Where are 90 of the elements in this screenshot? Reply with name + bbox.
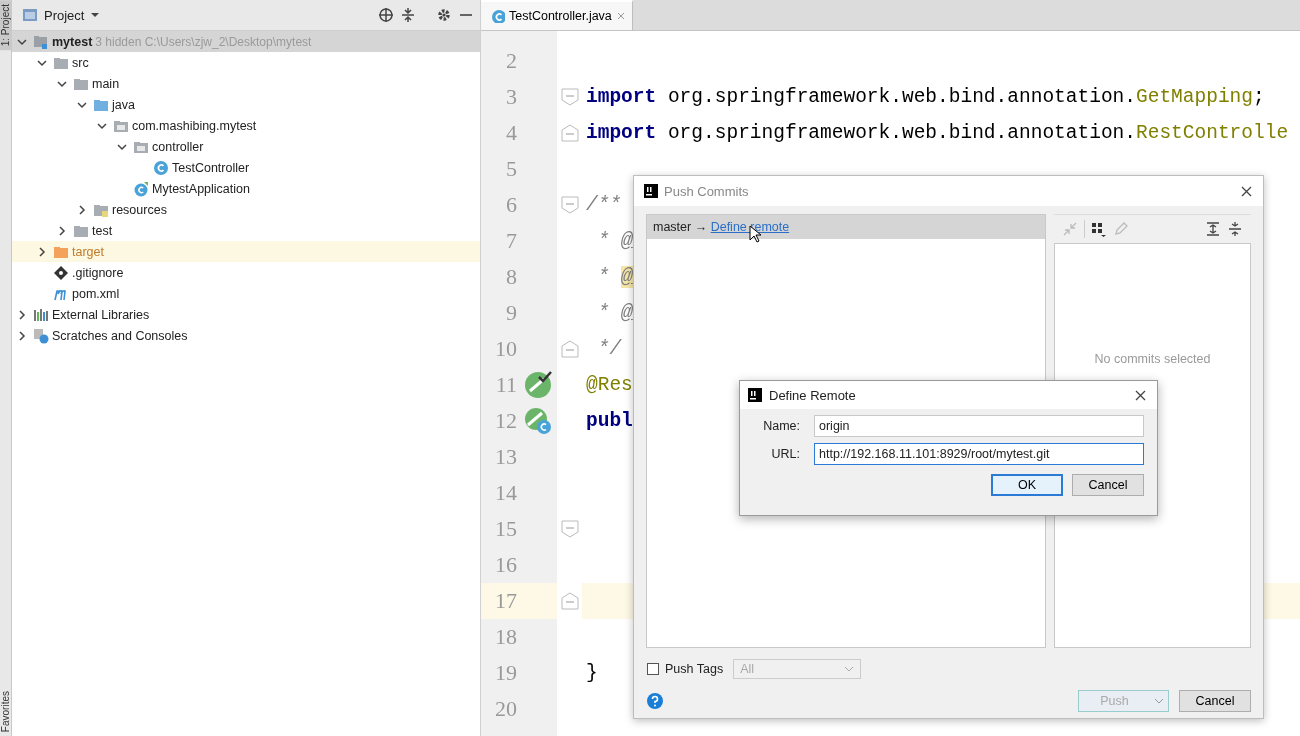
cancel-button[interactable]: Cancel bbox=[1179, 690, 1251, 712]
checkbox-label[interactable]: Push Tags bbox=[665, 662, 724, 676]
dropdown-arrow-icon[interactable] bbox=[90, 10, 101, 20]
line-number: 20 bbox=[494, 696, 518, 722]
line-number: 19 bbox=[494, 660, 518, 686]
cancel-button[interactable]: Cancel bbox=[1072, 474, 1144, 496]
class-icon bbox=[133, 180, 149, 197]
field-label: Name: bbox=[762, 419, 800, 433]
module-folder-icon bbox=[33, 33, 49, 50]
tree-item[interactable]: java bbox=[112, 97, 135, 112]
app-logo-icon bbox=[644, 184, 658, 198]
code-line: import org.springframework.web.bind.annotation.RestControlle bbox=[585, 122, 1289, 144]
fold-marker-icon[interactable] bbox=[560, 340, 579, 358]
chevron-down-icon bbox=[844, 665, 855, 673]
input-field[interactable]: http://192.168.11.101:8929/root/mytest.git bbox=[814, 443, 1144, 465]
code-line: @Res bbox=[585, 374, 633, 396]
line-number: 14 bbox=[494, 480, 518, 506]
expand-all-icon[interactable] bbox=[1205, 221, 1221, 237]
scratch-icon bbox=[33, 327, 49, 344]
tree-item[interactable]: test bbox=[92, 223, 113, 238]
line-number: 5 bbox=[505, 156, 518, 182]
close-icon[interactable] bbox=[1134, 388, 1147, 402]
code-line: * @ bbox=[596, 266, 633, 288]
fold-marker-icon[interactable] bbox=[560, 124, 579, 142]
code-line: * @ bbox=[596, 230, 633, 252]
line-number: 9 bbox=[505, 300, 518, 326]
code-line: /** bbox=[585, 194, 622, 216]
code-line: } bbox=[585, 662, 598, 684]
chevron-down-icon bbox=[1154, 697, 1164, 705]
line-number: 2 bbox=[505, 48, 518, 74]
line-number: 12 bbox=[494, 408, 518, 434]
tree-item[interactable]: External Libraries bbox=[52, 307, 150, 322]
empty-message: No commits selected bbox=[1094, 352, 1211, 368]
tree-item[interactable]: .gitignore bbox=[72, 265, 124, 280]
panel-icon bbox=[22, 7, 38, 23]
fold-marker-icon[interactable] bbox=[560, 520, 579, 538]
tool-window-tab[interactable]: 1: Project bbox=[0, 0, 11, 51]
diamond-icon bbox=[53, 264, 69, 281]
tree-item[interactable]: pom.xml bbox=[72, 286, 120, 301]
tree-item[interactable]: Scratches and Consoles bbox=[52, 328, 188, 343]
tree-item[interactable]: TestController bbox=[172, 160, 250, 175]
line-number: 7 bbox=[505, 228, 518, 254]
collapse-all-icon[interactable] bbox=[400, 7, 416, 23]
dialog-title: Push Commits bbox=[664, 183, 750, 199]
line-number: 11 bbox=[494, 372, 518, 398]
library-icon bbox=[33, 306, 49, 323]
code-line: * @ bbox=[596, 302, 633, 324]
tree-item[interactable]: resources bbox=[112, 202, 167, 217]
settings-icon[interactable] bbox=[436, 7, 452, 23]
app-logo-icon bbox=[748, 388, 762, 402]
close-icon[interactable] bbox=[1240, 184, 1253, 198]
class-icon bbox=[491, 9, 505, 23]
code-line: publ bbox=[585, 410, 633, 432]
bean-check-icon[interactable] bbox=[524, 371, 552, 399]
code-line: import org.springframework.web.bind.annotation.GetMapping; bbox=[585, 86, 1265, 108]
tree-item[interactable]: mytest bbox=[52, 34, 93, 49]
fold-marker-icon[interactable] bbox=[560, 88, 579, 106]
locate-icon[interactable] bbox=[378, 7, 394, 23]
collapse-all-icon[interactable] bbox=[1227, 221, 1243, 237]
line-number: 15 bbox=[494, 516, 518, 542]
field-label: URL: bbox=[770, 447, 800, 461]
fold-marker-icon[interactable] bbox=[560, 196, 579, 214]
dialog-title: Define Remote bbox=[769, 387, 857, 403]
tree-item[interactable]: src bbox=[72, 55, 89, 70]
tree-item[interactable]: controller bbox=[152, 139, 204, 154]
panel-title[interactable]: Project bbox=[44, 7, 85, 23]
help-icon[interactable] bbox=[646, 692, 664, 710]
line-number: 4 bbox=[505, 120, 518, 146]
line-number: 17 bbox=[494, 588, 518, 614]
ok-button[interactable]: OK bbox=[991, 474, 1063, 496]
checkbox[interactable] bbox=[647, 663, 659, 675]
tree-item[interactable]: com.mashibing.mytest bbox=[132, 118, 257, 133]
line-number: 10 bbox=[494, 336, 518, 362]
tree-item[interactable]: main bbox=[92, 76, 120, 91]
editor-tab[interactable]: TestController.java bbox=[481, 0, 633, 30]
class-icon bbox=[153, 159, 169, 176]
tool-window-tab[interactable]: Favorites bbox=[0, 686, 11, 736]
path-hint: 3 hidden C:\Users\zjw_2\Desktop\mytest bbox=[95, 34, 312, 49]
group-icon[interactable] bbox=[1091, 221, 1107, 237]
line-number: 16 bbox=[494, 552, 518, 578]
line-number: 18 bbox=[494, 624, 518, 650]
tree-item[interactable]: MytestApplication bbox=[152, 181, 250, 196]
bean-class-icon[interactable] bbox=[524, 407, 552, 435]
input-field[interactable]: origin bbox=[814, 415, 1144, 437]
code-line: */ bbox=[596, 338, 622, 360]
line-number: 13 bbox=[494, 444, 518, 470]
line-number: 6 bbox=[505, 192, 518, 218]
fold-marker-icon[interactable] bbox=[560, 592, 579, 610]
line-number: 8 bbox=[505, 264, 518, 290]
line-number: 3 bbox=[505, 84, 518, 110]
